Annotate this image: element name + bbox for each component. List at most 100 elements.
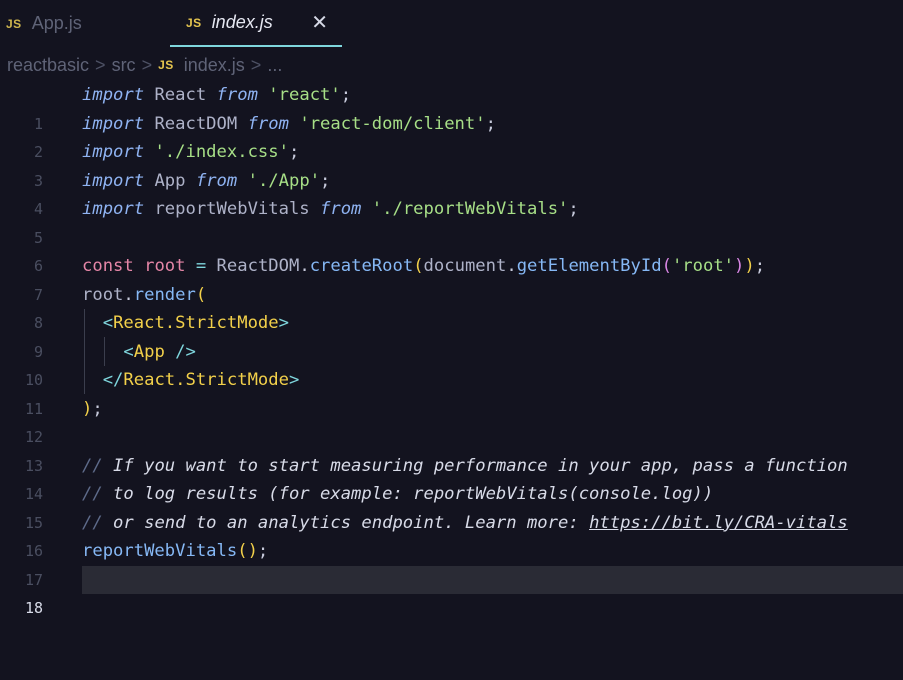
token-string: 'react' [268, 85, 341, 105]
code-line: 15 // to log results (for example: repor… [0, 480, 903, 532]
token-identifier: App [144, 170, 196, 191]
code-line: 3 import './index.css'; [0, 138, 903, 190]
token-tag: React.StrictMode [113, 313, 279, 333]
token-punct: ; [568, 199, 579, 219]
token-paren: ( [413, 256, 424, 276]
token-comment: or send to an analytics endpoint. Learn … [102, 512, 590, 533]
token-keyword: import [82, 142, 145, 162]
token-comment: to log results (for example: reportWebVi… [102, 484, 714, 504]
chevron-right-icon: > [250, 54, 262, 75]
token-punct: ; [320, 170, 331, 191]
token-tag: App [133, 341, 165, 362]
code-line: 11 </React.StrictMode> [0, 366, 903, 418]
code-line: 4 import App from './App'; [0, 167, 903, 219]
current-line[interactable]: 18 [0, 565, 903, 617]
token-tag: React.StrictMode [123, 370, 289, 390]
code-line: 8 root.render( [0, 281, 903, 333]
tab-index-js[interactable]: JS index.js ✕ [170, 0, 342, 47]
chevron-right-icon: > [141, 54, 153, 75]
code-line: 10 <App /> [0, 338, 903, 390]
token-punct: . [123, 284, 134, 305]
tab-label: App.js [31, 13, 82, 33]
token-identifier: document [423, 256, 507, 276]
token-keyword: import [82, 113, 145, 134]
token-function: render [133, 284, 196, 305]
breadcrumb-item-file[interactable]: index.js [184, 55, 245, 76]
token-comment-marker: // [82, 512, 103, 533]
code-line: 7 const root = ReactDOM.createRoot(docum… [0, 252, 903, 304]
line-number: 18 [24, 599, 43, 617]
tab-bar: JS App.js JS index.js ✕ [0, 0, 903, 47]
javascript-file-icon: JS [186, 15, 202, 30]
token-paren: ( [661, 256, 672, 276]
token-identifier: reportWebVitals [144, 199, 321, 219]
code-line: 1 import React from 'react'; [0, 81, 903, 133]
token-operator: = [195, 256, 207, 276]
token-tag-bracket: < [123, 341, 134, 362]
code-line: 16 // or send to an analytics endpoint. … [0, 509, 903, 561]
token-keyword: import [82, 199, 145, 219]
token-keyword: from [320, 199, 362, 219]
code-line: 13 [0, 423, 903, 475]
token-identifier: root [82, 284, 124, 305]
code-line: 6 [0, 224, 903, 275]
token-tag-bracket: </ [102, 370, 124, 390]
token-keyword: from [195, 170, 238, 191]
token-string: 'react-dom/client' [299, 113, 486, 134]
tab-label: index.js [211, 12, 273, 32]
code-line: 14 // If you want to start measuring per… [0, 452, 903, 504]
token-identifier: ReactDOM [206, 256, 300, 276]
token-punct: ; [754, 256, 766, 276]
token-keyword: import [82, 170, 145, 191]
token-function: createRoot [309, 256, 414, 276]
token-comment: If you want to start measuring performan… [102, 455, 848, 476]
token-function: reportWebVitals [82, 541, 238, 561]
token-punct: ; [485, 113, 496, 134]
token-punct: ; [257, 541, 269, 561]
token-punct: ; [288, 142, 300, 162]
token-variable: root [133, 256, 196, 276]
code-line: 12 ); [0, 395, 903, 447]
close-icon[interactable]: ✕ [311, 10, 328, 35]
token-string: './index.css' [144, 142, 289, 162]
token-punct: ; [340, 85, 352, 105]
token-string: './App' [247, 170, 321, 191]
token-keyword: from [216, 85, 258, 105]
token-identifier: ReactDOM [144, 113, 248, 134]
breadcrumb-ellipsis[interactable]: ... [267, 55, 282, 76]
code-line: 2 import ReactDOM from 'react-dom/client… [0, 110, 903, 162]
token-tag-bracket: > [278, 313, 289, 333]
token-comment-marker: // [82, 455, 103, 476]
token-paren: () [237, 541, 258, 561]
token-keyword: const [82, 256, 134, 276]
breadcrumb-item-src[interactable]: src [112, 55, 136, 76]
token-comment-marker: // [82, 484, 103, 504]
token-tag-bracket: < [102, 313, 114, 333]
token-tag-bracket: > [288, 370, 300, 390]
comment-link[interactable]: https://bit.ly/CRA-vitals [589, 513, 848, 533]
token-string: './reportWebVitals' [371, 199, 569, 219]
token-punct: . [299, 256, 310, 276]
token-tag-bracket: /> [164, 341, 196, 362]
token-string: 'root' [671, 256, 735, 276]
token-function: getElementById [516, 256, 662, 276]
token-keyword: import [82, 85, 145, 105]
tab-app-js[interactable]: JS App.js [0, 0, 170, 47]
token-paren: ) [744, 256, 755, 276]
code-line: 5 import reportWebVitals from './reportW… [0, 195, 903, 247]
token-keyword: from [247, 113, 289, 134]
code-editor[interactable]: 1 import React from 'react'; 2 import Re… [0, 81, 903, 627]
javascript-file-icon: JS [158, 58, 174, 72]
code-line: 9 <React.StrictMode> [0, 309, 903, 361]
breadcrumb-item-reactbasic[interactable]: reactbasic [7, 55, 89, 76]
token-paren: ( [195, 284, 207, 305]
current-line-highlight [82, 565, 903, 594]
token-paren: ) [82, 398, 93, 419]
breadcrumb: reactbasic > src > JS index.js > ... [0, 52, 282, 78]
token-identifier: React [144, 85, 217, 105]
chevron-right-icon: > [95, 54, 106, 75]
code-line: 17 reportWebVitals(); [0, 537, 903, 589]
token-paren: ) [734, 256, 745, 276]
token-punct: . [506, 256, 517, 276]
javascript-file-icon: JS [6, 16, 22, 31]
